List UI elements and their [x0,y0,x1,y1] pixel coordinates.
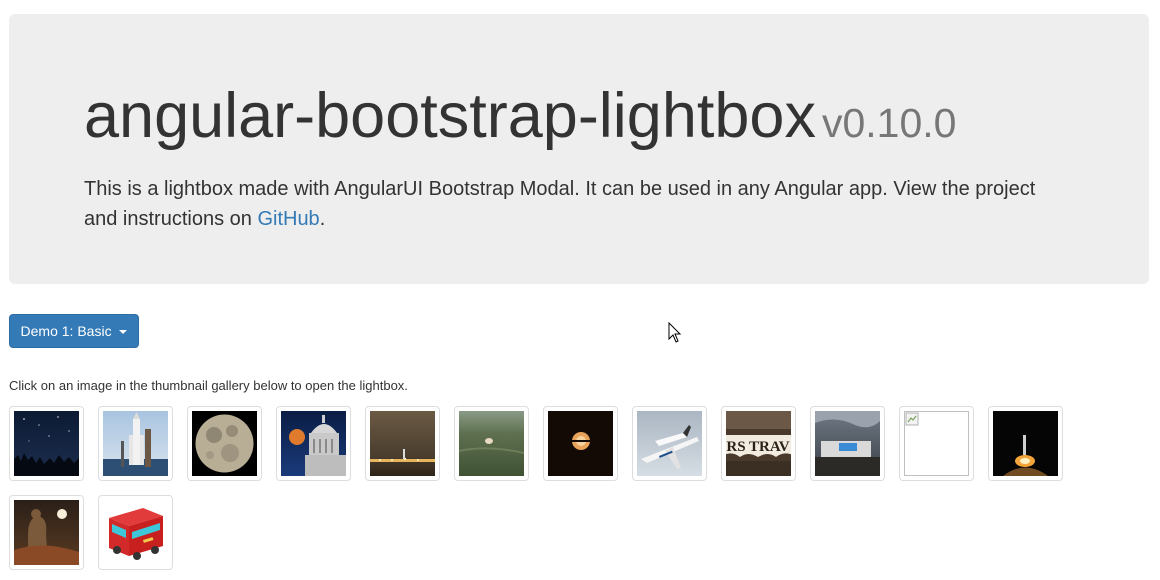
rocket-night-image [993,411,1058,476]
thumbnail-sign[interactable]: RS TRAV [721,406,796,481]
statue-moon-image [14,500,79,565]
night-sky-image [14,411,79,476]
demo-dropdown-button[interactable]: Demo 1: Basic [9,314,139,348]
field-capsule-image [459,411,524,476]
bus-sign-image [815,411,880,476]
thumbnail-rocket-night[interactable] [988,406,1063,481]
sign-text: RS TRAV [726,439,789,455]
thumbnail-moon-capitol[interactable] [276,406,351,481]
city-night-image [370,411,435,476]
moon-image [192,411,257,476]
page-title: angular-bootstrap-lightbox v0.10.0 [84,76,956,163]
demo-dropdown-label: Demo 1: Basic [20,323,112,339]
thumbnail-night-sky[interactable] [9,406,84,481]
version-label: v0.10.0 [821,100,957,146]
page-title-text: angular-bootstrap-lightbox [84,81,816,151]
thumbnail-moon[interactable] [187,406,262,481]
thumbnail-statue-moon[interactable] [9,495,84,570]
thumbnail-city-night[interactable] [365,406,440,481]
page-description: This is a lightbox made with AngularUI B… [84,174,1044,234]
thumbnail-red-bus[interactable] [98,495,173,570]
caret-down-icon [119,330,128,335]
thumbnail-bus-sign[interactable] [810,406,885,481]
thumbnail-rocket-launchpad[interactable] [98,406,173,481]
gallery-instruction: Click on an image in the thumbnail galle… [9,378,408,393]
dark-moon-image [548,411,613,476]
moon-capitol-image [281,411,346,476]
description-text: This is a lightbox made with AngularUI B… [84,178,1036,230]
red-bus-image [103,500,168,565]
github-link[interactable]: GitHub [257,208,319,230]
shuttle-plane-image [637,411,702,476]
thumbnail-dark-moon[interactable] [543,406,618,481]
sign-image: RS TRAV [726,411,791,476]
thumbnail-field-capsule[interactable] [454,406,529,481]
thumbnail-shuttle-plane[interactable] [632,406,707,481]
thumbnail-broken-image[interactable] [899,406,974,481]
page: angular-bootstrap-lightbox v0.10.0 This i… [0,0,1160,580]
mouse-cursor-icon [668,322,682,343]
jumbotron-header: angular-bootstrap-lightbox v0.10.0 This i… [9,14,1149,284]
broken-image-icon [905,412,919,426]
rocket-launchpad-image [103,411,168,476]
description-end: . [319,208,326,230]
